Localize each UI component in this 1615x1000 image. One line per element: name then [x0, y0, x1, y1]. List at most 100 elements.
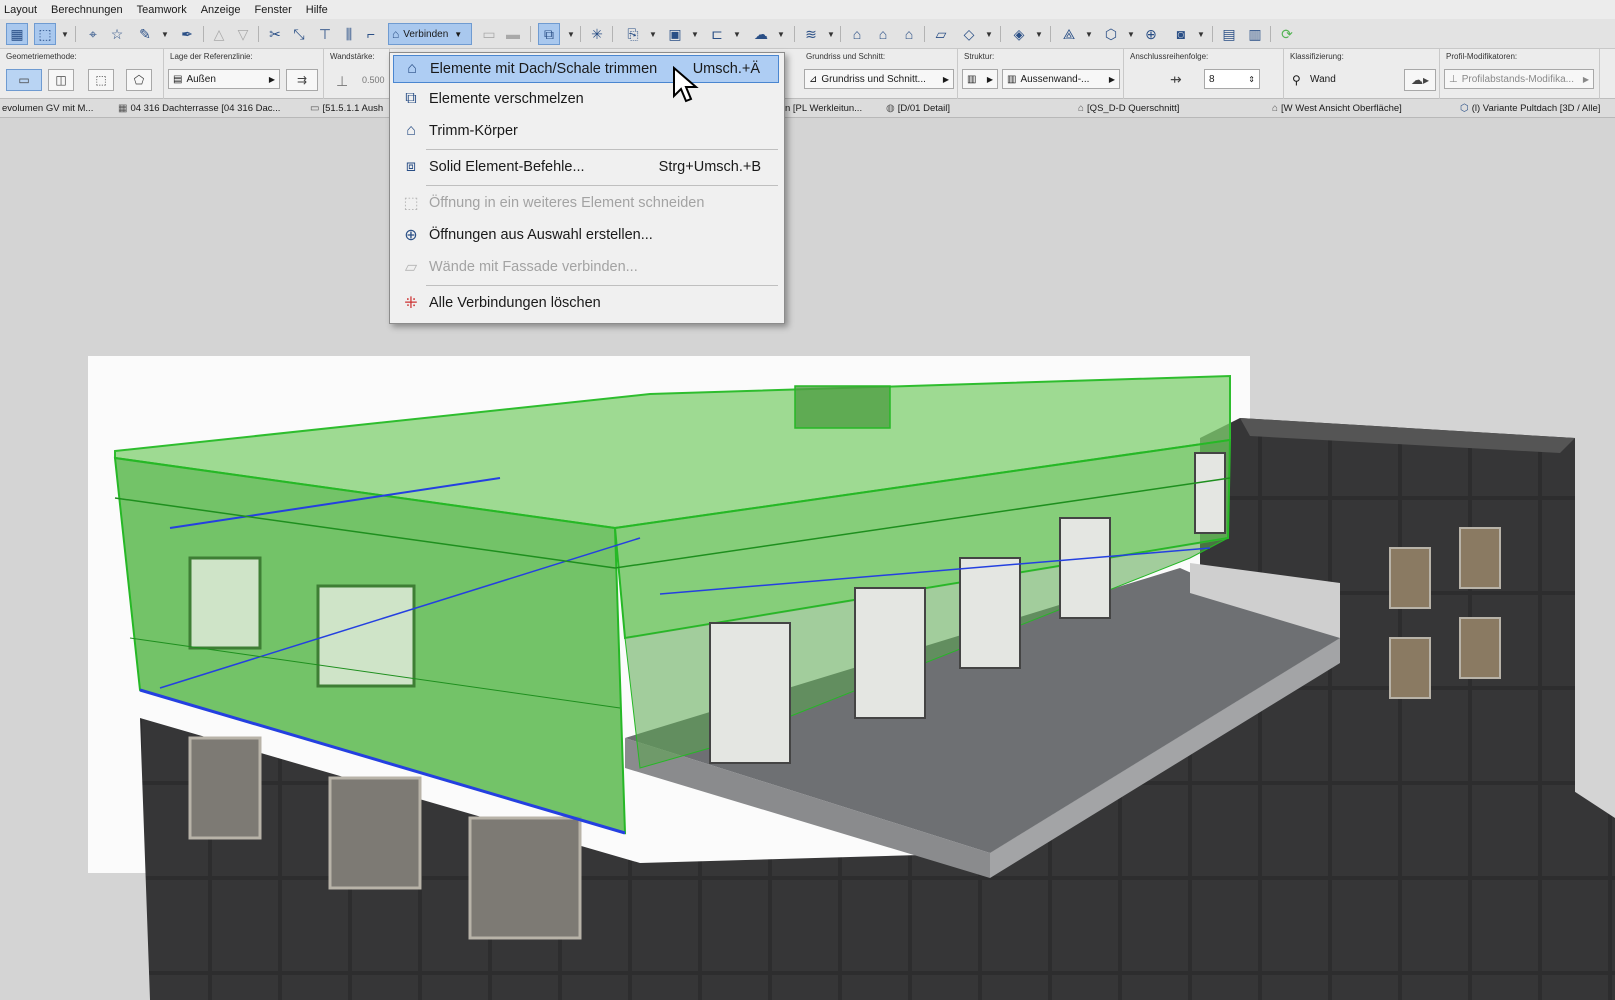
menu-item-delete-connections[interactable]: ⁜ Alle Verbindungen löschen: [393, 289, 779, 317]
grid-icon[interactable]: ▦: [6, 23, 28, 45]
orbit-icon[interactable]: ⊕: [1140, 23, 1162, 45]
group-icon[interactable]: ▬: [502, 23, 524, 45]
tab-variante-pultdach[interactable]: ⬡ (l) Variante Pultdach [3D / Alle]: [1460, 101, 1615, 116]
save-view-icon[interactable]: ▭: [478, 23, 500, 45]
tab-querschnitt[interactable]: ⌂ [QS_D-D Querschnitt]: [1078, 101, 1268, 116]
struktur-select[interactable]: ▥ Aussenwand-... ▶: [1002, 69, 1120, 89]
window: [1389, 637, 1431, 699]
tab-label: [QS_D-D Querschnitt]: [1087, 103, 1180, 114]
trapezoid-wall-icon[interactable]: ⬚: [88, 69, 114, 91]
menu-item-trim-body[interactable]: ⌂ Trimm-Körper: [393, 117, 779, 145]
wall-icon[interactable]: ◇: [958, 23, 980, 45]
chevron-down-icon[interactable]: ▼: [826, 23, 836, 45]
chevron-right-icon: ▶: [986, 74, 993, 84]
chevron-down-icon[interactable]: ▼: [60, 23, 70, 45]
tab-werkleitung[interactable]: n [PL Werkleitun...: [785, 101, 885, 116]
menu-item-create-openings[interactable]: ⊕ Öffnungen aus Auswahl erstellen...: [393, 221, 779, 249]
profil-value: Profilabstands-Modifika...: [1461, 73, 1574, 85]
floorplan-icon: ▦: [118, 103, 128, 114]
layers-icon[interactable]: ⧉: [538, 23, 560, 45]
pipette-icon[interactable]: ✒: [176, 23, 198, 45]
library-icon[interactable]: ▥: [1244, 23, 1266, 45]
klassifizierung-value[interactable]: Wand: [1310, 74, 1336, 85]
referenzlinie-group: Lage der Referenzlinie: ▤ Außen ▶ ⇉: [164, 49, 324, 99]
property-icon[interactable]: ☁▸: [1404, 69, 1436, 91]
stairs-icon[interactable]: ⊏: [706, 23, 728, 45]
klassifizierung-group: Klassifizierung: ⚲ Wand ☁▸: [1284, 49, 1440, 99]
wandstaerke-value[interactable]: 0.500: [362, 75, 385, 85]
chevron-down-icon[interactable]: ▼: [1084, 23, 1094, 45]
distribute-icon[interactable]: ⫼: [338, 23, 360, 45]
tab-detail[interactable]: ◍ [D/01 Detail]: [886, 101, 1076, 116]
layout-icon: ▭: [310, 103, 320, 114]
chevron-down-icon[interactable]: ▼: [732, 23, 742, 45]
axis-icon[interactable]: ⟁: [1058, 23, 1080, 45]
arrow-up-icon[interactable]: △: [208, 23, 230, 45]
corner-icon[interactable]: ⌐: [360, 23, 382, 45]
anschluss-input[interactable]: 8 ⇕: [1204, 69, 1260, 89]
menu-hilfe[interactable]: Hilfe: [306, 4, 328, 16]
menu-item-trim-roof[interactable]: ⌂ Elemente mit Dach/Schale trimmen Umsch…: [393, 55, 779, 83]
tab-label: [W West Ansicht Oberfläche]: [1281, 103, 1402, 114]
elevate-icon[interactable]: ⊤: [314, 23, 336, 45]
tab-aush[interactable]: ▭ [51.5.1.1 Aush: [310, 101, 390, 116]
star-icon[interactable]: ☆: [106, 23, 128, 45]
stack-icon[interactable]: ≋: [800, 23, 822, 45]
arrow-down-icon[interactable]: ▽: [232, 23, 254, 45]
chevron-down-icon[interactable]: ▼: [1034, 23, 1044, 45]
cloud-icon[interactable]: ☁: [750, 23, 772, 45]
chevron-down-icon[interactable]: ▼: [160, 23, 170, 45]
chevron-down-icon[interactable]: ▼: [1126, 23, 1136, 45]
explode-icon[interactable]: ✳: [586, 23, 608, 45]
chevron-down-icon[interactable]: ▼: [648, 23, 658, 45]
chevron-down-icon[interactable]: ▼: [776, 23, 786, 45]
profil-select[interactable]: ⊥ Profilabstands-Modifika... ▶: [1444, 69, 1594, 89]
chevron-down-icon[interactable]: ▼: [690, 23, 700, 45]
flip-reference-icon[interactable]: ⇉: [286, 69, 318, 91]
chevron-down-icon[interactable]: ▼: [984, 23, 994, 45]
house-a-icon[interactable]: ⌂: [846, 23, 868, 45]
frame-icon[interactable]: ▣: [664, 23, 686, 45]
chevron-down-icon[interactable]: ▼: [1196, 23, 1206, 45]
house-c-icon[interactable]: ⌂: [898, 23, 920, 45]
menu-item-merge[interactable]: ⧉ Elemente verschmelzen: [393, 85, 779, 113]
straight-wall-icon[interactable]: ▭: [6, 69, 42, 91]
referenzlinie-value: Außen: [186, 73, 216, 85]
stepper-icon[interactable]: ⇕: [1248, 75, 1255, 84]
tab-volumen[interactable]: evolumen GV mit M...: [2, 101, 112, 116]
calendar-icon[interactable]: ▤: [1218, 23, 1240, 45]
slab-icon[interactable]: ▱: [930, 23, 952, 45]
curved-wall-icon[interactable]: ◫: [48, 69, 74, 91]
referenzlinie-select[interactable]: ▤ Außen ▶: [168, 69, 280, 89]
menu-teamwork[interactable]: Teamwork: [137, 4, 187, 16]
hatch-icon: ▤: [173, 73, 183, 85]
building-model: [88, 356, 1615, 1000]
classification-icon: ⚲: [1292, 73, 1301, 87]
menu-berechnungen[interactable]: Berechnungen: [51, 4, 123, 16]
verbinden-button[interactable]: ⌂ Verbinden ▼: [388, 23, 472, 45]
house-b-icon[interactable]: ⌂: [872, 23, 894, 45]
structure-type-select[interactable]: ▥ ▶: [962, 69, 998, 89]
sync-icon[interactable]: ⟳: [1276, 23, 1298, 45]
cube-icon[interactable]: ⬡: [1100, 23, 1122, 45]
selection-marquee-icon[interactable]: ⬚: [34, 23, 56, 45]
3d-viewport[interactable]: [0, 118, 1615, 1000]
delete-connections-icon: ⁜: [404, 295, 418, 312]
magic-wand-icon[interactable]: ✎: [134, 23, 156, 45]
polygon-wall-icon[interactable]: ⬠: [126, 69, 152, 91]
menu-anzeige[interactable]: Anzeige: [201, 4, 241, 16]
copy-icon[interactable]: ⎘: [622, 23, 644, 45]
split-icon[interactable]: ✂: [264, 23, 286, 45]
adjust-icon[interactable]: ⤡: [288, 23, 310, 45]
tab-west-ansicht[interactable]: ⌂ [W West Ansicht Oberfläche]: [1272, 101, 1458, 116]
locate-icon[interactable]: ⌖: [82, 23, 104, 45]
tab-label: n [PL Werkleitun...: [785, 103, 863, 114]
camera-icon[interactable]: ◙: [1170, 23, 1192, 45]
menu-layout[interactable]: Layout: [4, 4, 37, 16]
tab-dachterrasse[interactable]: ▦ 04 316 Dachterrasse [04 316 Dac...: [118, 101, 306, 116]
menu-fenster[interactable]: Fenster: [254, 4, 291, 16]
menu-item-solid-element[interactable]: ⧈ Solid Element-Befehle... Strg+Umsch.+B: [393, 153, 779, 181]
object-icon[interactable]: ◈: [1008, 23, 1030, 45]
chevron-down-icon[interactable]: ▼: [566, 23, 576, 45]
grundriss-select[interactable]: ⊿ Grundriss und Schnitt... ▶: [804, 69, 954, 89]
